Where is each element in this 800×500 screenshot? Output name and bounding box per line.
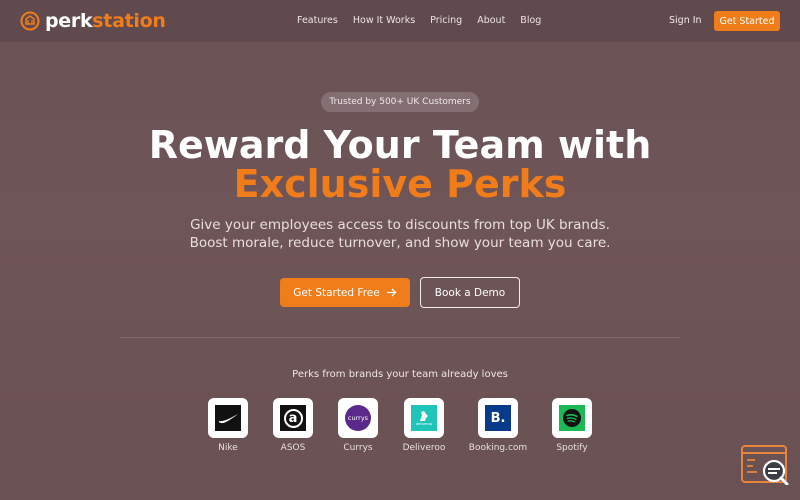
- currys-logo-icon: currys: [338, 398, 378, 438]
- booking-logo-icon: B.: [478, 398, 518, 438]
- sign-in-link[interactable]: Sign In: [669, 15, 702, 26]
- hero-subtitle-line1: Give your employees access to discounts …: [190, 217, 610, 233]
- spotify-logo-icon: [552, 398, 592, 438]
- brand-card-spotify[interactable]: Spotify: [532, 398, 612, 453]
- nav-links: Features How It Works Pricing About Blog: [297, 15, 556, 26]
- brand-name-part2: station: [92, 10, 166, 32]
- nike-logo-icon: [208, 398, 248, 438]
- brand-logo-link[interactable]: perkstation: [20, 10, 166, 32]
- brand-card-deliveroo[interactable]: deliveroo Deliveroo: [384, 398, 464, 453]
- deliveroo-logo-icon: deliveroo: [404, 398, 444, 438]
- arrow-right-icon: [386, 288, 397, 297]
- asos-logo-icon: a: [273, 398, 313, 438]
- get-started-free-label: Get Started Free: [293, 286, 380, 299]
- floating-help-widget[interactable]: [741, 445, 790, 486]
- hero-title-accent: Exclusive Perks: [233, 162, 567, 206]
- brand-card-booking[interactable]: B. Booking.com: [458, 398, 538, 453]
- brand-name-spotify: Spotify: [556, 443, 588, 453]
- brand-name-deliveroo: Deliveroo: [402, 443, 446, 453]
- nav-link-about[interactable]: About: [477, 15, 505, 26]
- nav-link-blog[interactable]: Blog: [520, 15, 541, 26]
- hero-subtitle: Give your employees access to discounts …: [0, 216, 800, 252]
- kangaroo-icon: [420, 411, 428, 421]
- brand-name-booking: Booking.com: [468, 443, 528, 453]
- book-demo-button[interactable]: Book a Demo: [420, 277, 520, 308]
- booking-logo-text: B.: [485, 405, 511, 431]
- perkstation-logo-icon: [20, 11, 40, 31]
- brands-title: Perks from brands your team already love…: [292, 369, 508, 380]
- brand-name-part1: perk: [45, 10, 93, 32]
- brand-name: perkstation: [45, 10, 166, 32]
- section-divider: [120, 337, 680, 338]
- top-nav: perkstation Features How It Works Pricin…: [0, 0, 800, 42]
- deliveroo-logo-text: deliveroo: [415, 422, 433, 426]
- search-window-icon: [741, 445, 789, 486]
- hero-subtitle-line2: Boost morale, reduce turnover, and show …: [189, 235, 611, 251]
- hero-title: Reward Your Team with: [148, 123, 652, 167]
- get-started-free-button[interactable]: Get Started Free: [280, 278, 410, 307]
- trust-badge: Trusted by 500+ UK Customers: [321, 92, 479, 112]
- nav-link-pricing[interactable]: Pricing: [430, 15, 462, 26]
- asos-logo-text: a: [283, 408, 303, 428]
- nav-link-features[interactable]: Features: [297, 15, 338, 26]
- currys-logo-text: currys: [345, 405, 371, 431]
- nav-link-how-it-works[interactable]: How It Works: [353, 15, 415, 26]
- get-started-button[interactable]: Get Started: [714, 11, 780, 31]
